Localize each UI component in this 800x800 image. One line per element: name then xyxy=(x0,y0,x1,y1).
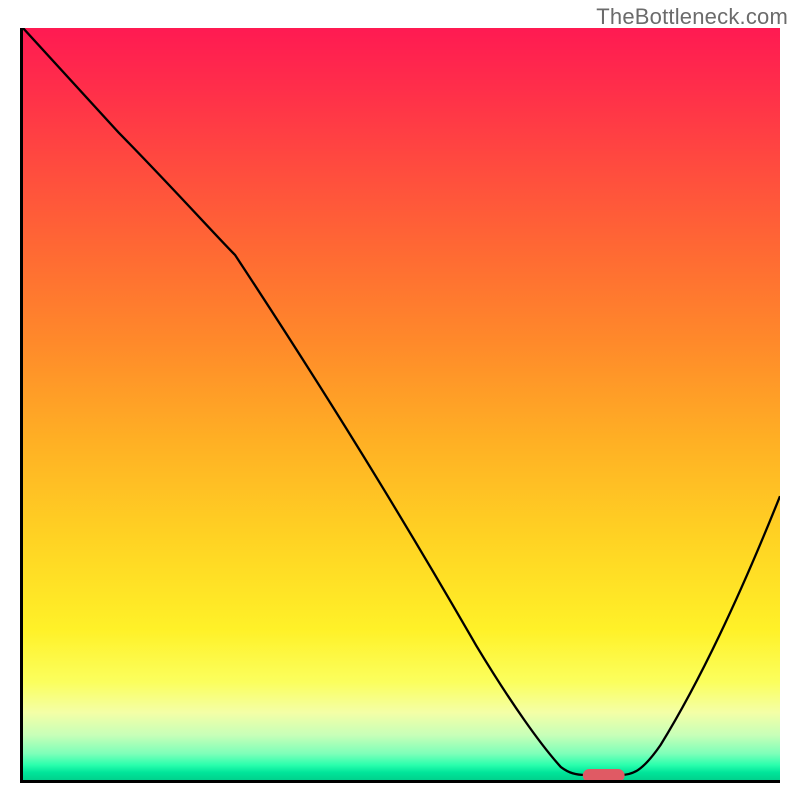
plot-area xyxy=(20,28,780,783)
watermark-text: TheBottleneck.com xyxy=(596,4,788,30)
bottleneck-curve xyxy=(23,28,780,775)
chart-canvas: TheBottleneck.com xyxy=(0,0,800,800)
curve-layer xyxy=(23,28,780,780)
optimal-marker xyxy=(583,769,625,780)
